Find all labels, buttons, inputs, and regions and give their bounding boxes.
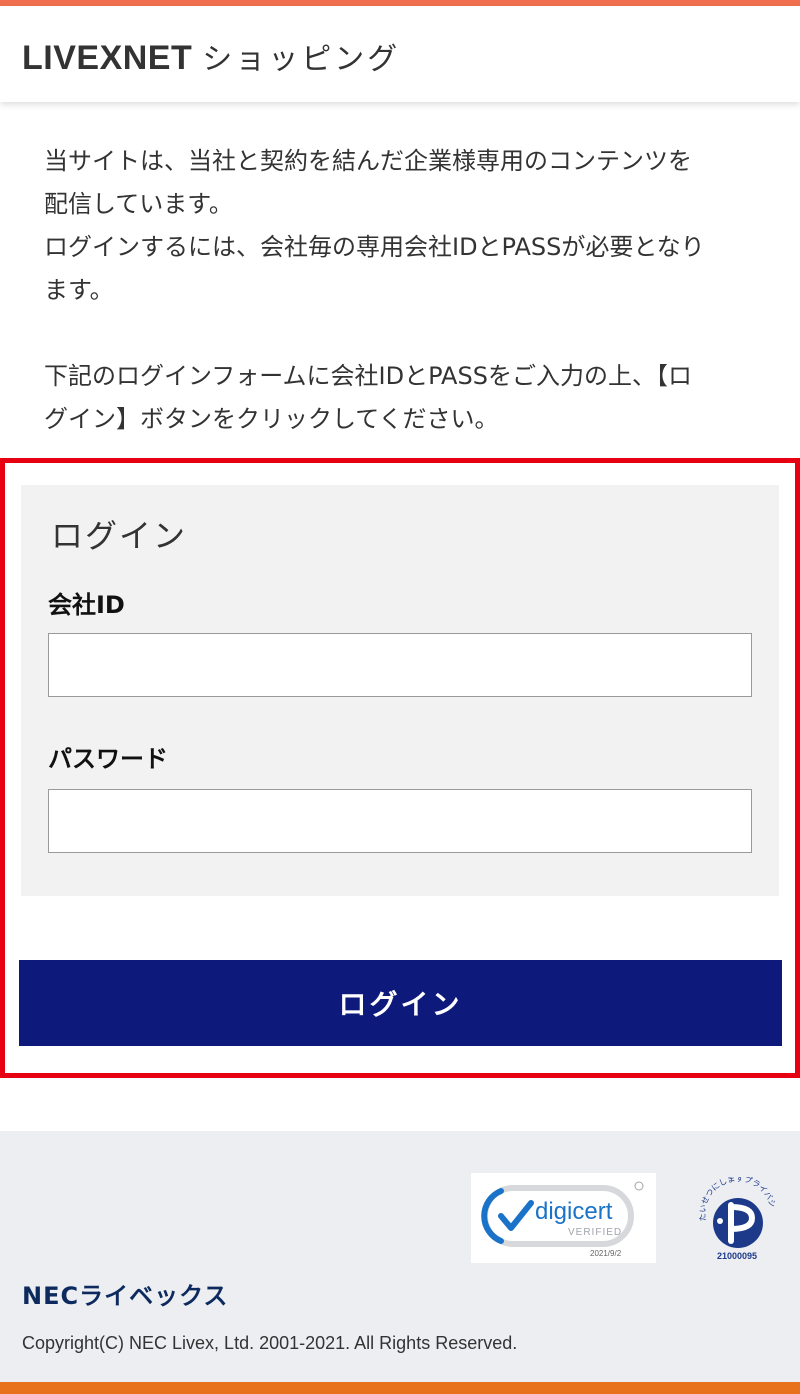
digicert-badge[interactable]: digicert VERIFIED 2021/9/2 bbox=[471, 1173, 656, 1263]
bottom-accent-bar bbox=[0, 1382, 800, 1394]
password-label: パスワード bbox=[48, 745, 168, 773]
login-form: ログイン 会社ID パスワード bbox=[21, 485, 779, 896]
company-id-label: 会社ID bbox=[48, 591, 125, 619]
site-header: LIVEXNET ショッピング bbox=[0, 6, 800, 102]
intro-spacer bbox=[44, 312, 764, 355]
intro-text: 当サイトは、当社と契約を結んだ企業様専用のコンテンツを 配信しています。 ログイ… bbox=[44, 140, 764, 441]
site-title-subtitle: ショッピング bbox=[202, 42, 401, 77]
privacy-mark-icon: たいせつにしますプライバシー 21000095 bbox=[690, 1170, 777, 1261]
company-name[interactable]: NECライベックス bbox=[22, 1276, 228, 1311]
intro-line: グイン】ボタンをクリックしてください。 bbox=[44, 405, 499, 433]
intro-line: 下記のログインフォームに会社IDとPASSをご入力の上、【ロ bbox=[44, 362, 692, 390]
site-footer: digicert VERIFIED 2021/9/2 たいせつにしますプライバシ… bbox=[0, 1131, 800, 1394]
digicert-name-text: digicert bbox=[535, 1198, 613, 1225]
digicert-date-text: 2021/9/2 bbox=[590, 1249, 622, 1258]
login-heading: ログイン bbox=[51, 517, 188, 555]
login-button[interactable]: ログイン bbox=[19, 960, 782, 1046]
intro-line: ログインするには、会社毎の専用会社IDとPASSが必要となり bbox=[44, 233, 705, 261]
digicert-status-text: VERIFIED bbox=[568, 1227, 622, 1238]
site-title[interactable]: LIVEXNET ショッピング bbox=[22, 34, 400, 78]
digicert-verified-icon: digicert VERIFIED 2021/9/2 bbox=[481, 1181, 644, 1258]
site-title-brand: LIVEXNET bbox=[22, 39, 193, 77]
company-id-input[interactable] bbox=[48, 633, 752, 697]
intro-line: ます。 bbox=[44, 276, 114, 304]
privacy-mark-badge[interactable]: たいせつにしますプライバシー 21000095 bbox=[690, 1170, 786, 1263]
intro-line: 配信しています。 bbox=[44, 190, 233, 218]
intro-line: 当サイトは、当社と契約を結んだ企業様専用のコンテンツを bbox=[44, 147, 692, 175]
privacy-mark-number: 21000095 bbox=[717, 1251, 757, 1261]
copyright-text: Copyright(C) NEC Livex, Ltd. 2001-2021. … bbox=[22, 1333, 518, 1353]
password-input[interactable] bbox=[48, 789, 752, 853]
